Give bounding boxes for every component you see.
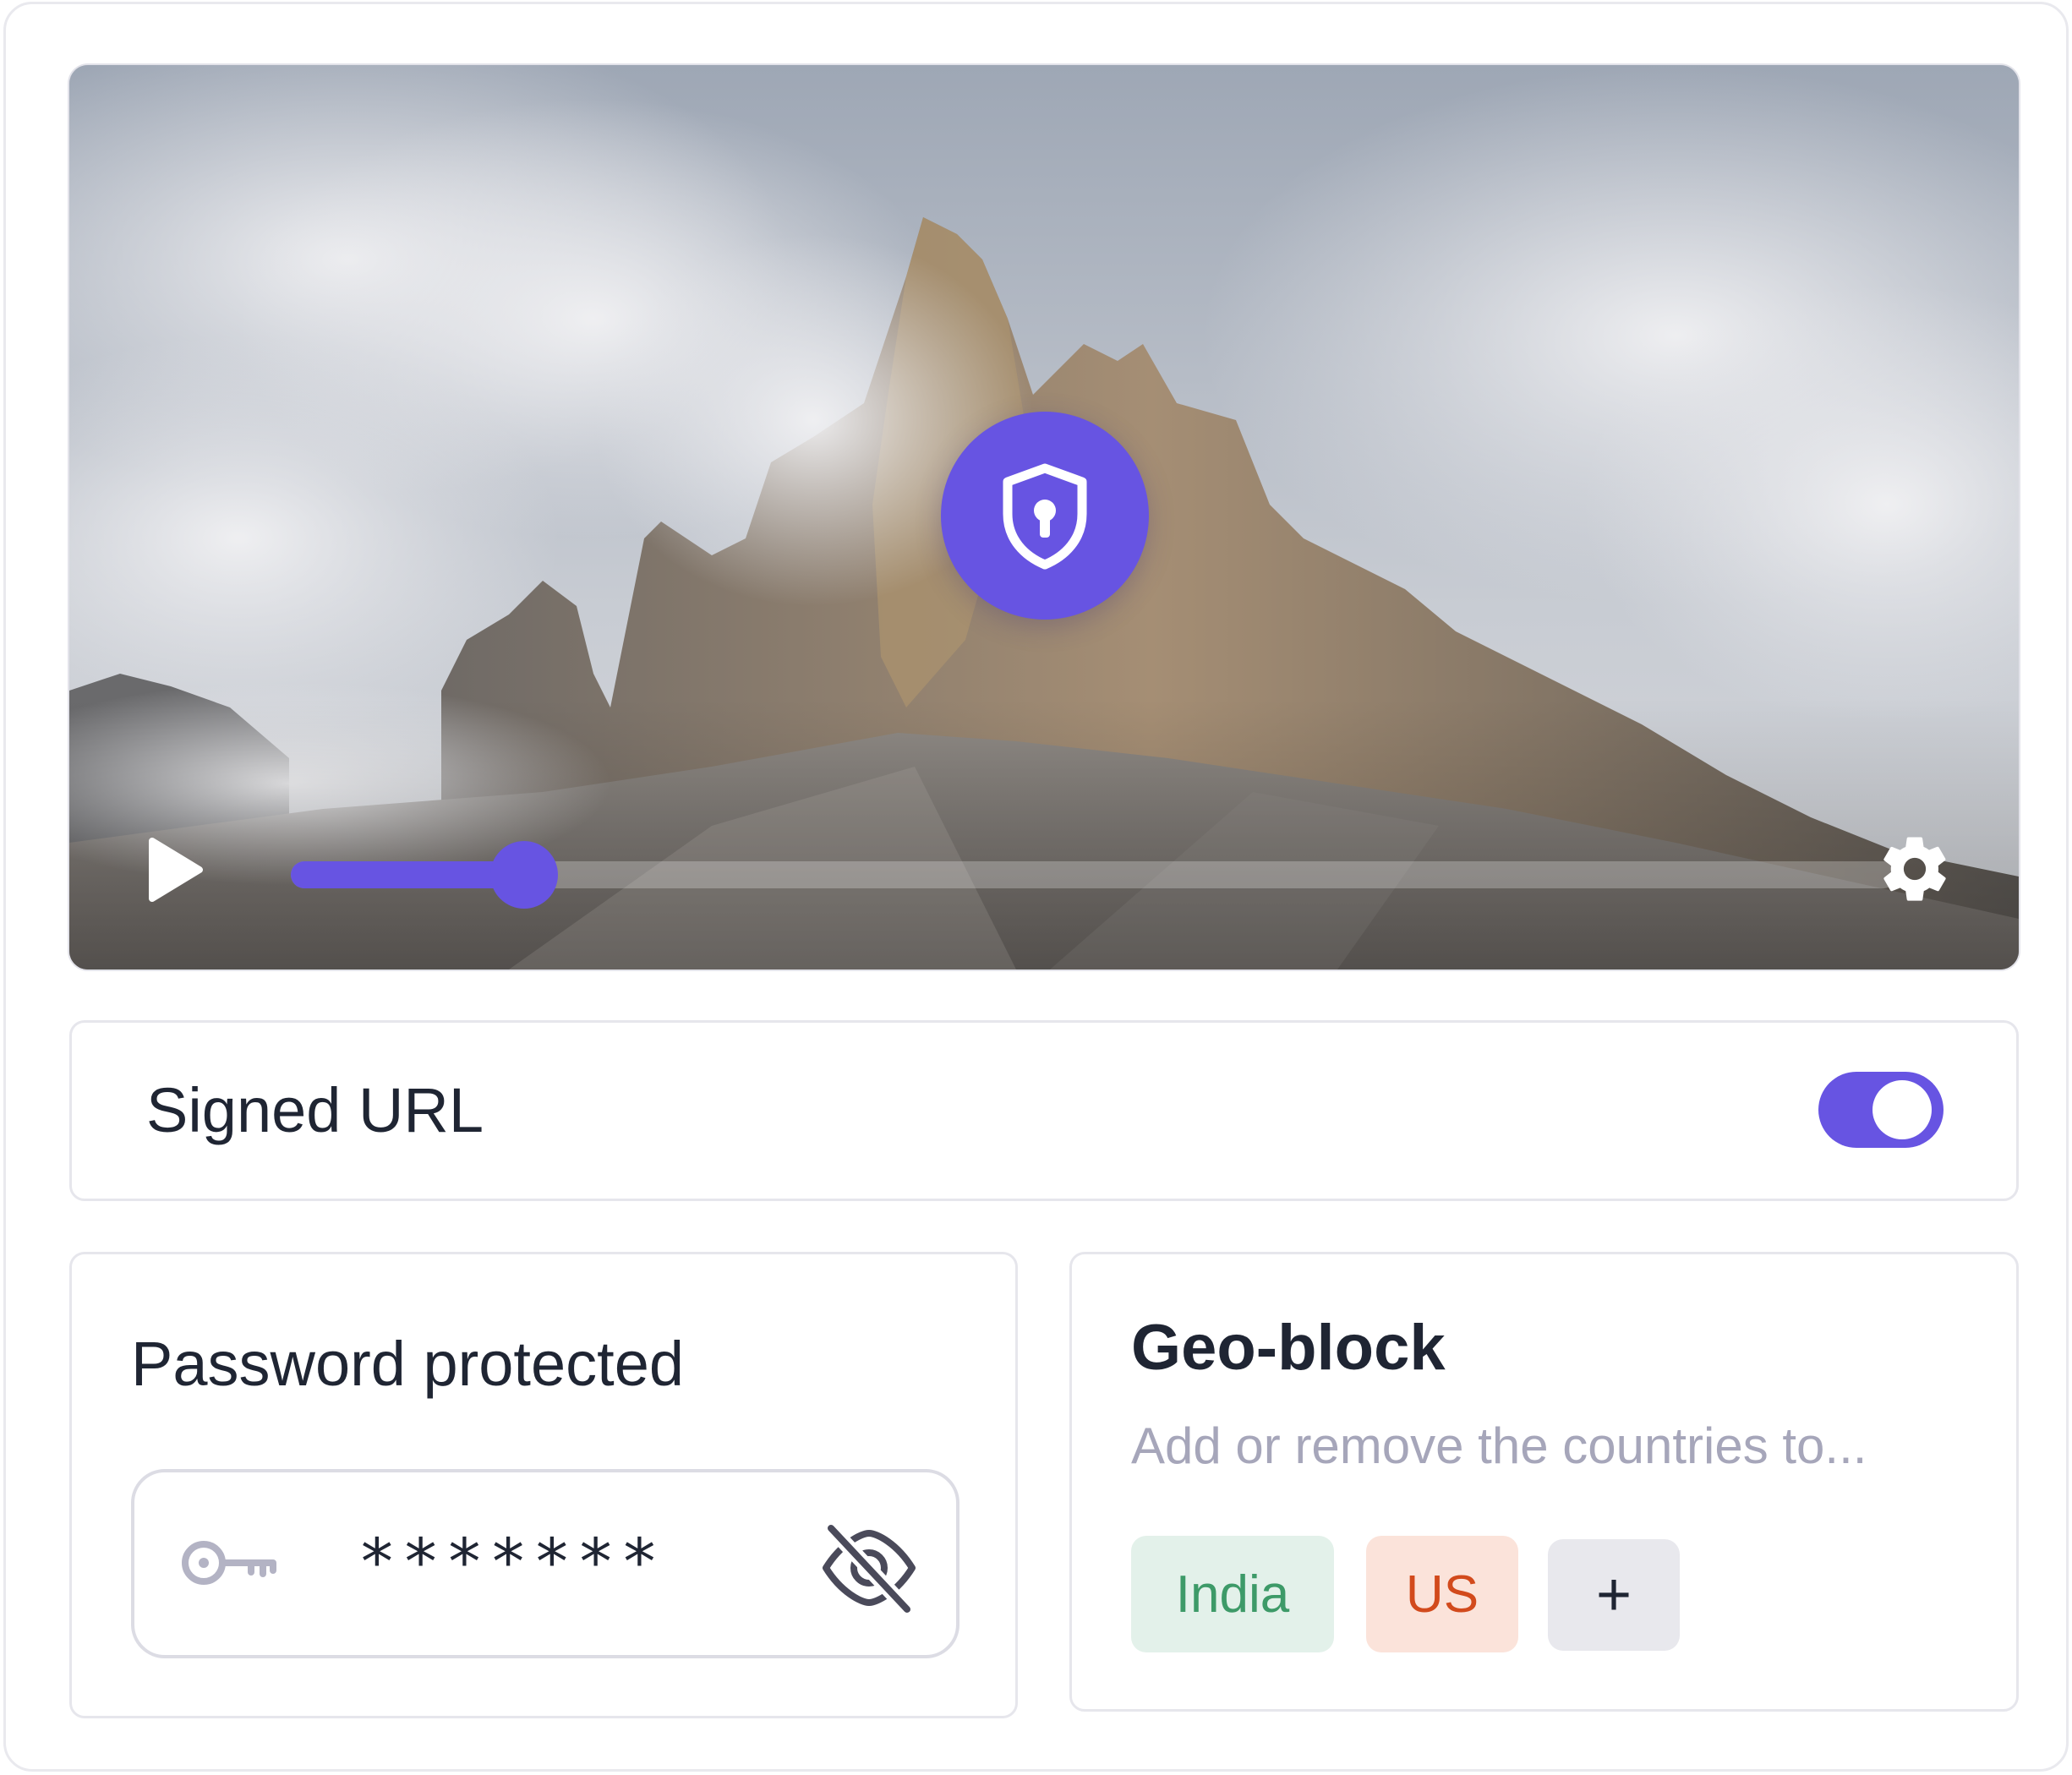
signed-url-row: Signed URL — [69, 1020, 2019, 1201]
progress-fill — [291, 861, 524, 888]
video-player[interactable] — [69, 65, 2019, 969]
eye-off-icon[interactable] — [819, 1521, 919, 1614]
signed-url-toggle[interactable] — [1818, 1072, 1944, 1148]
geo-block-description: Add or remove the countries to... — [1131, 1417, 1867, 1474]
play-icon — [149, 838, 203, 902]
settings-button[interactable] — [1877, 831, 1953, 907]
country-chip-us[interactable]: US — [1366, 1536, 1518, 1652]
password-protected-card: Password protected ******* — [69, 1252, 1018, 1718]
geo-block-card: Geo-block Add or remove the countries to… — [1069, 1252, 2019, 1712]
key-icon — [182, 1541, 276, 1585]
gear-icon — [1883, 837, 1946, 901]
progress-bar[interactable] — [291, 841, 1897, 909]
add-country-button[interactable]: + — [1548, 1539, 1680, 1651]
security-settings-card: Signed URL Password protected ******* Ge… — [3, 2, 2069, 1772]
password-value: ******* — [358, 1524, 664, 1599]
signed-url-label: Signed URL — [146, 1075, 484, 1145]
progress-handle[interactable] — [489, 841, 558, 909]
password-title: Password protected — [131, 1329, 685, 1399]
play-button[interactable] — [145, 836, 205, 904]
shield-keyhole-icon — [941, 412, 1149, 620]
country-chip-india[interactable]: India — [1131, 1536, 1334, 1652]
toggle-knob — [1872, 1080, 1932, 1139]
password-field[interactable]: ******* — [131, 1469, 959, 1658]
geo-block-title: Geo-block — [1131, 1312, 1446, 1384]
